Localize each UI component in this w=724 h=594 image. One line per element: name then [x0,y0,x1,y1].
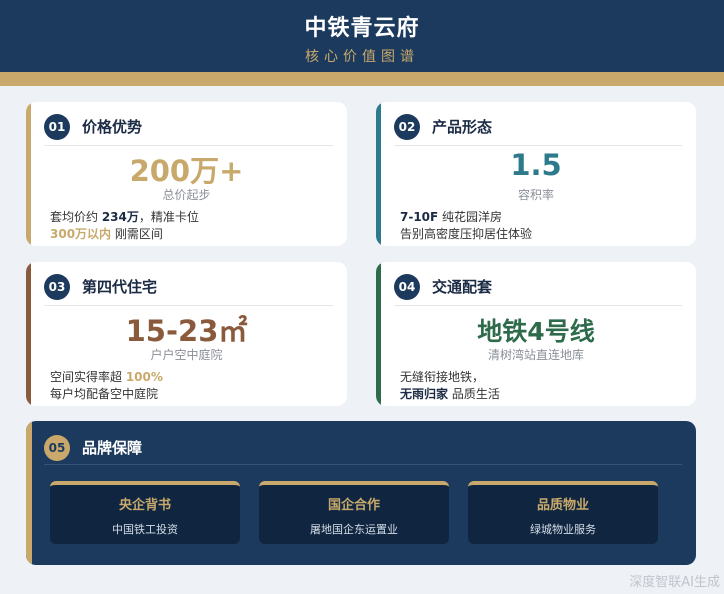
card-description: 7-10F 纯花园洋房 告别高密度压抑居住体验 [400,209,532,243]
card-description: 无缝衔接地铁， 无雨归家 品质生活 [400,369,500,403]
card-number-badge: 02 [394,113,420,140]
card-header: 05 品牌保障 [44,431,682,465]
brand-item-desc: 中国铁工投资 [112,523,178,536]
card-header: 04 交通配套 [394,273,682,306]
card-title: 交通配套 [432,278,493,296]
page-title: 中铁青云府 [304,16,420,41]
card-price: 01 价格优势 200万+ 总价起步 套均价约 234万，精准卡位 300万以内… [26,102,347,246]
card-product: 02 产品形态 1.5 容积率 7-10F 纯花园洋房 告别高密度压抑居住体验 [376,102,696,246]
card-highlight-value: 200万+ [129,154,244,188]
card-highlight-value: 15-23㎡ [125,314,248,348]
desc-line-1: 空间实得率超 100% [50,370,163,384]
card-caption: 户户空中庭院 [150,348,223,362]
card-number-badge: 05 [44,434,70,461]
card-title: 第四代住宅 [82,278,158,296]
gold-band [0,72,724,86]
brand-item-property-service: 品质物业 绿城物业服务 [468,481,658,544]
card-caption: 总价起步 [162,188,211,202]
header: 中铁青云府 核心价值图谱 [0,0,724,72]
card-header: 01 价格优势 [44,113,333,146]
brand-item-desc: 屠地国企东运置业 [310,523,398,536]
brand-item-central-enterprise: 央企背书 中国铁工投资 [50,481,240,544]
card-description: 套均价约 234万，精准卡位 300万以内 刚需区间 [50,209,199,243]
brand-item-title: 国企合作 [327,498,380,513]
brand-item-state-cooperation: 国企合作 屠地国企东运置业 [259,481,449,544]
card-brand: 05 品牌保障 央企背书 中国铁工投资 国企合作 屠地国企东运置业 品质物业 绿… [26,421,696,565]
desc-line-1: 7-10F 纯花园洋房 [400,210,503,224]
brand-item-title: 品质物业 [536,498,589,513]
desc-line-2: 300万以内 刚需区间 [50,227,163,241]
card-number-badge: 03 [44,273,70,300]
card-transport: 04 交通配套 地铁4号线 清树湾站直连地库 无缝衔接地铁， 无雨归家 品质生活 [376,262,696,406]
card-caption: 容积率 [517,188,554,202]
card-caption: 清树湾站直连地库 [487,348,584,362]
card-number-badge: 01 [44,113,70,140]
card-number-badge: 04 [394,273,420,300]
card-title: 产品形态 [432,118,493,136]
card-header: 02 产品形态 [394,113,682,146]
card-highlight-value: 地铁4号线 [477,317,595,346]
desc-line-2: 无雨归家 品质生活 [400,387,500,401]
desc-line-2: 告别高密度压抑居住体验 [400,227,533,241]
desc-line-2: 每户均配备空中庭院 [50,387,159,401]
card-header: 03 第四代住宅 [44,273,333,306]
desc-line-1: 套均价约 234万，精准卡位 [50,210,199,224]
desc-line-1: 无缝衔接地铁， [400,370,485,384]
watermark: 深度智联AI生成 [629,575,720,590]
card-highlight-value: 1.5 [510,148,562,182]
card-description: 空间实得率超 100% 每户均配备空中庭院 [50,369,163,403]
card-title: 品牌保障 [82,439,143,457]
brand-item-title: 央企背书 [118,498,171,513]
card-residence: 03 第四代住宅 15-23㎡ 户户空中庭院 空间实得率超 100% 每户均配备… [26,262,347,406]
brand-item-desc: 绿城物业服务 [530,523,596,536]
page-subtitle: 核心价值图谱 [305,49,419,65]
card-title: 价格优势 [82,118,143,136]
card-accent-bar [26,421,32,565]
